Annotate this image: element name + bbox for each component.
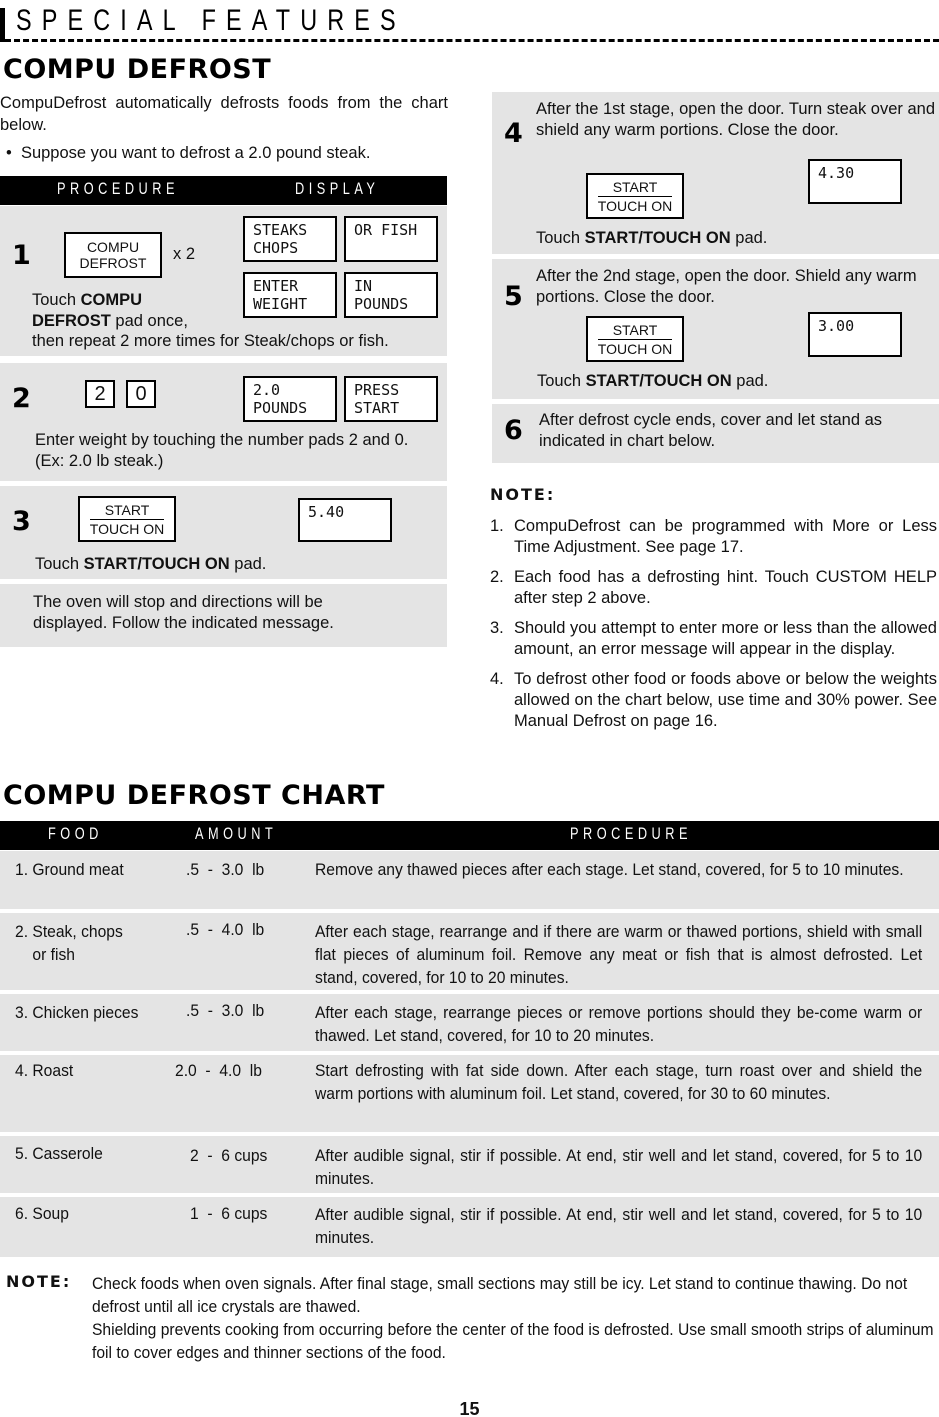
bottom-note-heading: NOTE: — [6, 1272, 72, 1291]
amount-cell: .5 - 3.0 lb — [186, 1001, 265, 1020]
page-number: 15 — [459, 1399, 480, 1417]
chart-row: 4. Roast 2.0 - 4.0 lb Start defrosting w… — [0, 1055, 939, 1132]
chart-header: FOOD AMOUNT PROCEDURE — [0, 821, 939, 850]
food-cell: 1. Ground meat — [15, 860, 124, 879]
display-column-label: DISPLAY — [295, 179, 380, 198]
note-item: 2. Each food has a defrosting hint. Touch… — [490, 568, 937, 607]
bullet-text: Suppose you want to defrost a 2.0 pound … — [20, 144, 371, 162]
display-press-start: PRESS START — [344, 376, 438, 422]
step-5-touch-instruction: Touch START/TOUCH ON pad. — [537, 372, 769, 390]
step-4-instruction: After the 1st stage, open the door. Turn… — [536, 100, 936, 139]
note-item: 3. Should you attempt to enter more or le… — [490, 619, 937, 658]
chart-row: 1. Ground meat .5 - 3.0 lb Remove any th… — [0, 851, 939, 909]
step-3-panel: 3 START TOUCH ON 5.40 Touch START/TOUCH … — [0, 486, 447, 579]
step-1-panel: 1 COMPU DEFROST x 2 STEAKS CHOPS OR FISH… — [0, 206, 447, 356]
start-touch-on-pad[interactable]: START TOUCH ON — [78, 496, 176, 542]
display-time-4-30: 4.30 — [808, 159, 902, 204]
amount-cell: 2 - 6 cups — [190, 1146, 268, 1165]
compu-defrost-title: COMPU DEFROST — [3, 54, 272, 85]
food-column-label: FOOD — [48, 824, 103, 843]
procedure-cell: After audible signal, stir if possible. … — [315, 1146, 923, 1188]
intro-text: CompuDefrost automatically defrosts food… — [0, 94, 448, 134]
number-pad-0[interactable]: 0 — [126, 380, 156, 408]
oven-stop-text: The oven will stop and directions will b… — [33, 593, 334, 632]
procedure-cell: After each stage, rearrange and if there… — [315, 922, 923, 987]
chart-row: 3. Chicken pieces .5 - 3.0 lb After each… — [0, 994, 939, 1051]
step-2-panel: 2 2 0 2.0 POUNDS PRESS START Enter weigh… — [0, 363, 447, 481]
amount-cell: .5 - 4.0 lb — [186, 920, 265, 939]
start-touch-on-pad[interactable]: START TOUCH ON — [586, 316, 684, 362]
header-dashed-rule — [5, 39, 939, 42]
note-item: 1. CompuDefrost can be programmed with Mo… — [490, 517, 937, 556]
start-touch-on-pad[interactable]: START TOUCH ON — [586, 173, 684, 219]
step-1-instruction-a: Touch COMPU DEFROST pad once, — [32, 291, 188, 330]
amount-cell: 1 - 6 cups — [190, 1204, 268, 1223]
number-pad-2[interactable]: 2 — [85, 380, 115, 408]
bottom-note-text: Check foods when oven signals. After fin… — [92, 1274, 934, 1362]
step-4-touch-instruction: Touch START/TOUCH ON pad. — [536, 229, 768, 247]
step-3-instruction: Touch START/TOUCH ON pad. — [35, 555, 267, 573]
display-2-0-pounds: 2.0 POUNDS — [243, 376, 337, 422]
food-cell: 4. Roast — [15, 1061, 74, 1080]
example-bullet: • Suppose you want to defrost a 2.0 poun… — [6, 144, 370, 163]
note-list: 1. CompuDefrost can be programmed with Mo… — [490, 516, 937, 741]
food-cell: 2. Steak, chops or fish — [15, 922, 123, 964]
step-6-panel: 6 After defrost cycle ends, cover and le… — [492, 404, 939, 463]
step-number: 6 — [504, 415, 523, 446]
procedure-cell: Remove any thawed pieces after each stag… — [315, 860, 904, 879]
step-number: 4 — [504, 118, 523, 149]
step-number: 3 — [12, 506, 31, 537]
food-cell: 5. Casserole — [15, 1144, 103, 1163]
amount-cell: .5 - 3.0 lb — [186, 860, 265, 879]
step-number: 5 — [504, 281, 523, 312]
amount-cell: 2.0 - 4.0 lb — [175, 1061, 262, 1080]
display-enter-weight: ENTER WEIGHT — [243, 272, 337, 318]
step-5-instruction: After the 2nd stage, open the door. Shie… — [536, 267, 917, 306]
display-in-pounds: IN POUNDS — [344, 272, 438, 318]
step-4-panel: 4 After the 1st stage, open the door. Tu… — [492, 92, 939, 254]
note-item: 4. To defrost other food or foods above o… — [490, 670, 937, 730]
compu-defrost-pad[interactable]: COMPU DEFROST — [64, 232, 162, 278]
procedure-cell: After each stage, rearrange pieces or re… — [315, 1003, 923, 1045]
display-or-fish: OR FISH — [344, 216, 438, 262]
step-5-panel: 5 After the 2nd stage, open the door. Sh… — [492, 259, 939, 399]
procedure-column-label: PROCEDURE — [570, 824, 692, 843]
chart-row: 2. Steak, chops or fish .5 - 4.0 lb Afte… — [0, 913, 939, 990]
step-2-instruction: Enter weight by touching the number pads… — [35, 431, 409, 470]
display-time-3-00: 3.00 — [808, 312, 902, 357]
section-title: SPECIAL FEATURES — [16, 4, 406, 37]
procedure-display-header: PROCEDURE DISPLAY — [0, 176, 447, 205]
food-cell: 3. Chicken pieces — [15, 1003, 139, 1022]
bullet-icon: • — [6, 144, 12, 162]
step-number: 1 — [12, 240, 31, 271]
procedure-cell: Start defrosting with fat side down. Aft… — [315, 1061, 923, 1103]
chart-row: 6. Soup 1 - 6 cups After audible signal,… — [0, 1197, 939, 1257]
step-number: 2 — [12, 383, 31, 414]
chart-row: 5. Casserole 2 - 6 cups After audible si… — [0, 1136, 939, 1193]
procedure-column-label: PROCEDURE — [57, 179, 179, 198]
procedure-cell: After audible signal, stir if possible. … — [315, 1205, 923, 1247]
food-cell: 6. Soup — [15, 1204, 69, 1223]
note-heading: NOTE: — [490, 485, 556, 504]
header-bar — [0, 8, 5, 42]
chart-title: COMPU DEFROST CHART — [3, 780, 385, 811]
step-6-instruction: After defrost cycle ends, cover and let … — [539, 411, 883, 450]
press-multiplier: x 2 — [173, 245, 196, 263]
step-1-instruction-b: then repeat 2 more times for Steak/chops… — [32, 332, 389, 350]
amount-column-label: AMOUNT — [195, 824, 278, 843]
oven-stop-panel: The oven will stop and directions will b… — [0, 584, 447, 647]
display-steaks-chops: STEAKS CHOPS — [243, 216, 337, 262]
display-time-5-40: 5.40 — [298, 498, 392, 542]
